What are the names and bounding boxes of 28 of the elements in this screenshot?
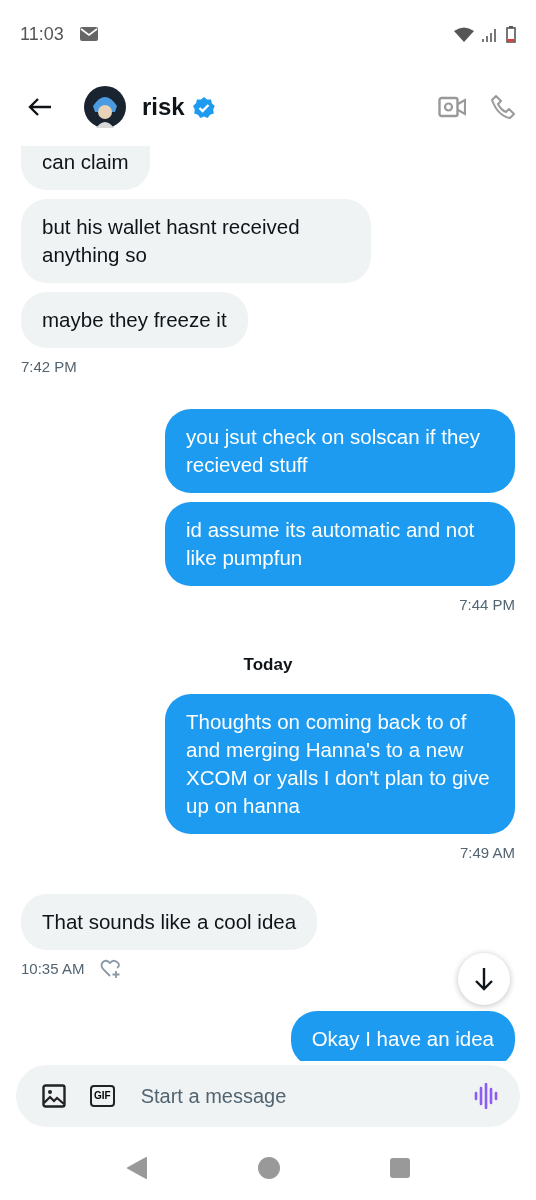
phone-icon[interactable] — [490, 94, 516, 120]
mail-icon — [79, 27, 98, 41]
message-time: 7:42 PM — [21, 357, 77, 377]
signal-icon — [482, 26, 498, 42]
message-bubble[interactable]: but his wallet hasnt received anything so — [21, 199, 371, 283]
message-time: 7:44 PM — [459, 594, 515, 615]
arrow-down-icon — [474, 967, 494, 991]
image-icon[interactable] — [42, 1084, 66, 1108]
message-bubble[interactable]: maybe they freeze it — [21, 292, 248, 348]
add-reaction-icon[interactable] — [100, 959, 123, 980]
day-divider: Today — [243, 654, 293, 676]
gif-button[interactable]: GIF — [90, 1085, 115, 1107]
status-time: 11:03 — [20, 22, 64, 46]
message-bubble[interactable]: That sounds like a cool idea — [21, 894, 318, 950]
recents-nav-icon[interactable] — [390, 1157, 410, 1178]
scroll-down-button[interactable] — [458, 953, 510, 1005]
message-time: 10:35 AM — [21, 959, 85, 979]
message-field[interactable]: GIF Start a message — [16, 1065, 520, 1127]
back-icon[interactable] — [28, 97, 52, 117]
back-nav-icon[interactable] — [126, 1156, 148, 1179]
message-bubble[interactable]: can claim — [21, 146, 150, 190]
video-call-icon[interactable] — [438, 96, 466, 118]
battery-icon — [506, 25, 516, 43]
message-time: 7:49 AM — [459, 842, 515, 863]
home-nav-icon[interactable] — [258, 1156, 280, 1179]
wifi-icon — [454, 26, 474, 42]
user-name[interactable]: risk — [142, 89, 185, 125]
voice-icon[interactable] — [474, 1083, 498, 1109]
